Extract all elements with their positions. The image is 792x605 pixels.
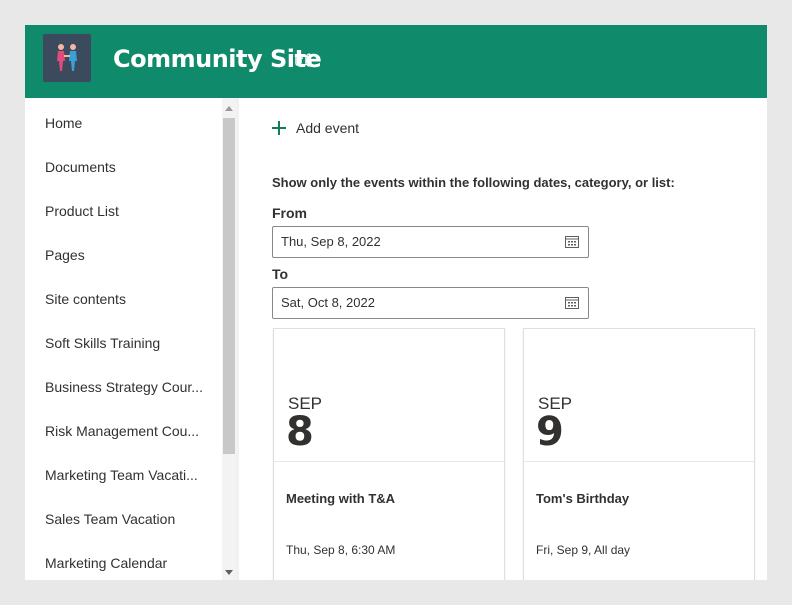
event-datetime: Fri, Sep 9, All day <box>536 543 631 557</box>
site-title[interactable]: Community Site <box>113 45 322 73</box>
sidebar-item-home[interactable]: Home <box>45 115 205 131</box>
sidebar-item-pages[interactable]: Pages <box>45 247 205 263</box>
event-card[interactable]: SEP 9 Tom's Birthday Fri, Sep 9, All day <box>523 328 755 580</box>
sidebar-item-soft-skills-training[interactable]: Soft Skills Training <box>45 335 205 351</box>
add-event-label: Add event <box>296 120 360 136</box>
filter-instructions: Show only the events within the followin… <box>272 175 675 190</box>
people-logo-icon[interactable] <box>43 34 91 82</box>
teams-icon[interactable] <box>295 51 313 69</box>
event-title[interactable]: Meeting with T&A <box>286 491 395 506</box>
from-label: From <box>272 205 307 221</box>
to-date-value: Sat, Oct 8, 2022 <box>281 295 375 310</box>
sidebar-item-marketing-team-vacation[interactable]: Marketing Team Vacati... <box>45 467 205 483</box>
site-frame: Community Site Home Documents Product Li… <box>25 25 767 580</box>
plus-icon <box>272 121 286 135</box>
scroll-down-arrow-icon[interactable] <box>225 570 233 575</box>
sidebar-item-product-list[interactable]: Product List <box>45 203 205 219</box>
event-card[interactable]: SEP 8 Meeting with T&A Thu, Sep 8, 6:30 … <box>273 328 505 580</box>
main-content: Add event Show only the events within th… <box>239 98 767 580</box>
event-day: 9 <box>536 409 564 455</box>
event-title[interactable]: Tom's Birthday <box>536 491 629 506</box>
card-divider <box>524 461 754 462</box>
sidebar-item-marketing-calendar[interactable]: Marketing Calendar <box>45 555 205 571</box>
site-header: Community Site <box>25 25 767 98</box>
to-label: To <box>272 266 289 282</box>
sidebar-scrollbar[interactable] <box>222 98 236 580</box>
scrollbar-thumb[interactable] <box>223 118 235 454</box>
from-date-value: Thu, Sep 8, 2022 <box>281 234 381 249</box>
event-day: 8 <box>286 409 314 455</box>
sidebar-item-site-contents[interactable]: Site contents <box>45 291 205 307</box>
sidebar-item-sales-team-vacation[interactable]: Sales Team Vacation <box>45 511 205 527</box>
sidebar-item-risk-management[interactable]: Risk Management Cou... <box>45 423 205 439</box>
card-divider <box>274 461 504 462</box>
to-date-field[interactable]: Sat, Oct 8, 2022 <box>272 287 589 319</box>
sidebar-item-documents[interactable]: Documents <box>45 159 205 175</box>
from-date-field[interactable]: Thu, Sep 8, 2022 <box>272 226 589 258</box>
scroll-up-arrow-icon[interactable] <box>225 106 233 111</box>
add-event-button[interactable]: Add event <box>272 118 359 138</box>
left-navigation: Home Documents Product List Pages Site c… <box>25 98 239 580</box>
calendar-icon[interactable] <box>565 235 579 248</box>
calendar-icon[interactable] <box>565 296 579 309</box>
event-datetime: Thu, Sep 8, 6:30 AM <box>286 543 396 557</box>
sidebar-item-business-strategy[interactable]: Business Strategy Cour... <box>45 379 205 395</box>
